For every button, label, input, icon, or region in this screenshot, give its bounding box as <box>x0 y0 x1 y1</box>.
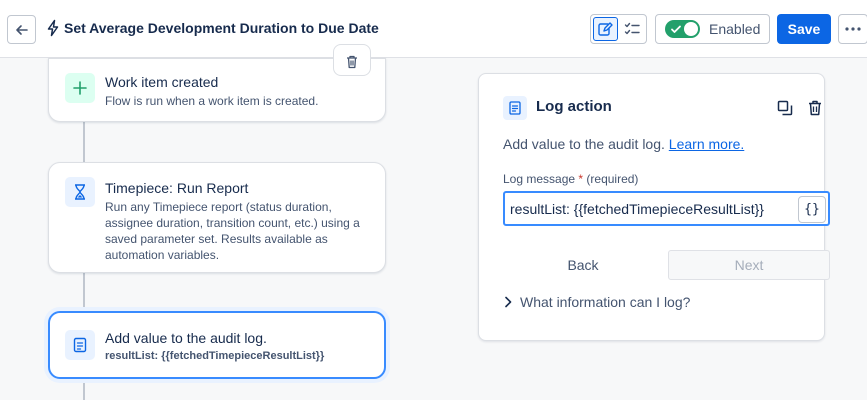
check-icon <box>671 25 681 33</box>
log-message-value: resultList: {{fetchedTimepieceResultList… <box>510 201 764 217</box>
view-toggle <box>590 14 647 44</box>
log-message-label: Log message * (required) <box>503 172 638 186</box>
chevron-right-icon <box>505 296 512 308</box>
trash-icon <box>347 55 357 69</box>
panel-title: Log action <box>536 98 612 115</box>
log-icon <box>509 101 521 115</box>
top-bar: Set Average Development Duration to Due … <box>0 0 867 58</box>
flow-connector <box>83 379 85 400</box>
delete-button[interactable] <box>805 98 825 118</box>
card-description: Flow is run when a work item is created. <box>105 94 319 108</box>
card-title: Add value to the audit log. <box>105 330 267 346</box>
checklist-icon <box>624 22 640 35</box>
checklist-view-button[interactable] <box>620 17 644 41</box>
trash-icon <box>809 100 821 116</box>
flow-connector <box>83 122 85 162</box>
card-title: Work item created <box>105 74 219 90</box>
card-description: Run any Timepiece report (status duratio… <box>105 200 360 262</box>
toggle-switch <box>665 20 700 38</box>
card-title: Timepiece: Run Report <box>105 180 249 196</box>
flow-connector <box>83 273 85 311</box>
save-button[interactable]: Save <box>777 14 831 44</box>
duplicate-button[interactable] <box>775 98 795 118</box>
panel-icon-bg <box>503 96 527 120</box>
toggle-knob <box>684 22 698 36</box>
field-label-text: Log message <box>503 172 576 186</box>
back-button[interactable] <box>7 15 36 44</box>
enabled-label: Enabled <box>709 21 761 37</box>
page-title-wrap: Set Average Development Duration to Due … <box>45 19 379 37</box>
hourglass-icon <box>75 184 85 200</box>
insert-smart-value-button[interactable]: {} <box>798 196 826 223</box>
log-message-input[interactable]: resultList: {{fetchedTimepieceResultList… <box>503 191 830 226</box>
lightning-icon <box>47 19 59 37</box>
back-step-button[interactable]: Back <box>503 250 663 280</box>
log-info-expander[interactable]: What information can I log? <box>503 294 690 310</box>
flow-card-log-action[interactable]: Add value to the audit log. resultList: … <box>48 311 386 379</box>
edit-view-button[interactable] <box>593 17 618 41</box>
plus-icon <box>73 81 87 95</box>
page-title: Set Average Development Duration to Due … <box>64 20 379 36</box>
flow-card-timepiece[interactable]: Timepiece: Run Report Run any Timepiece … <box>48 162 386 273</box>
panel-description: Add value to the audit log. Learn more. <box>503 136 744 152</box>
card-code-value: resultList: {{fetchedTimepieceResultList… <box>105 350 325 362</box>
duplicate-icon <box>777 100 793 116</box>
card-icon-bg <box>65 330 95 360</box>
log-icon <box>73 337 87 353</box>
learn-more-link[interactable]: Learn more. <box>669 136 744 152</box>
more-horizontal-icon <box>845 27 861 31</box>
delete-step-button[interactable] <box>333 44 371 76</box>
required-text: (required) <box>586 172 639 186</box>
panel-description-text: Add value to the audit log. <box>503 136 665 152</box>
edit-icon <box>598 22 613 36</box>
enabled-toggle[interactable]: Enabled <box>655 14 770 44</box>
required-mark: * <box>578 172 584 186</box>
expander-label: What information can I log? <box>520 294 691 310</box>
next-step-button[interactable]: Next <box>668 250 830 280</box>
card-icon-bg <box>65 177 95 207</box>
more-options-button[interactable] <box>838 14 867 44</box>
card-icon-bg <box>65 73 95 103</box>
arrow-left-icon <box>15 24 28 35</box>
config-panel: Log action Add value to the audit log. L… <box>478 73 830 341</box>
